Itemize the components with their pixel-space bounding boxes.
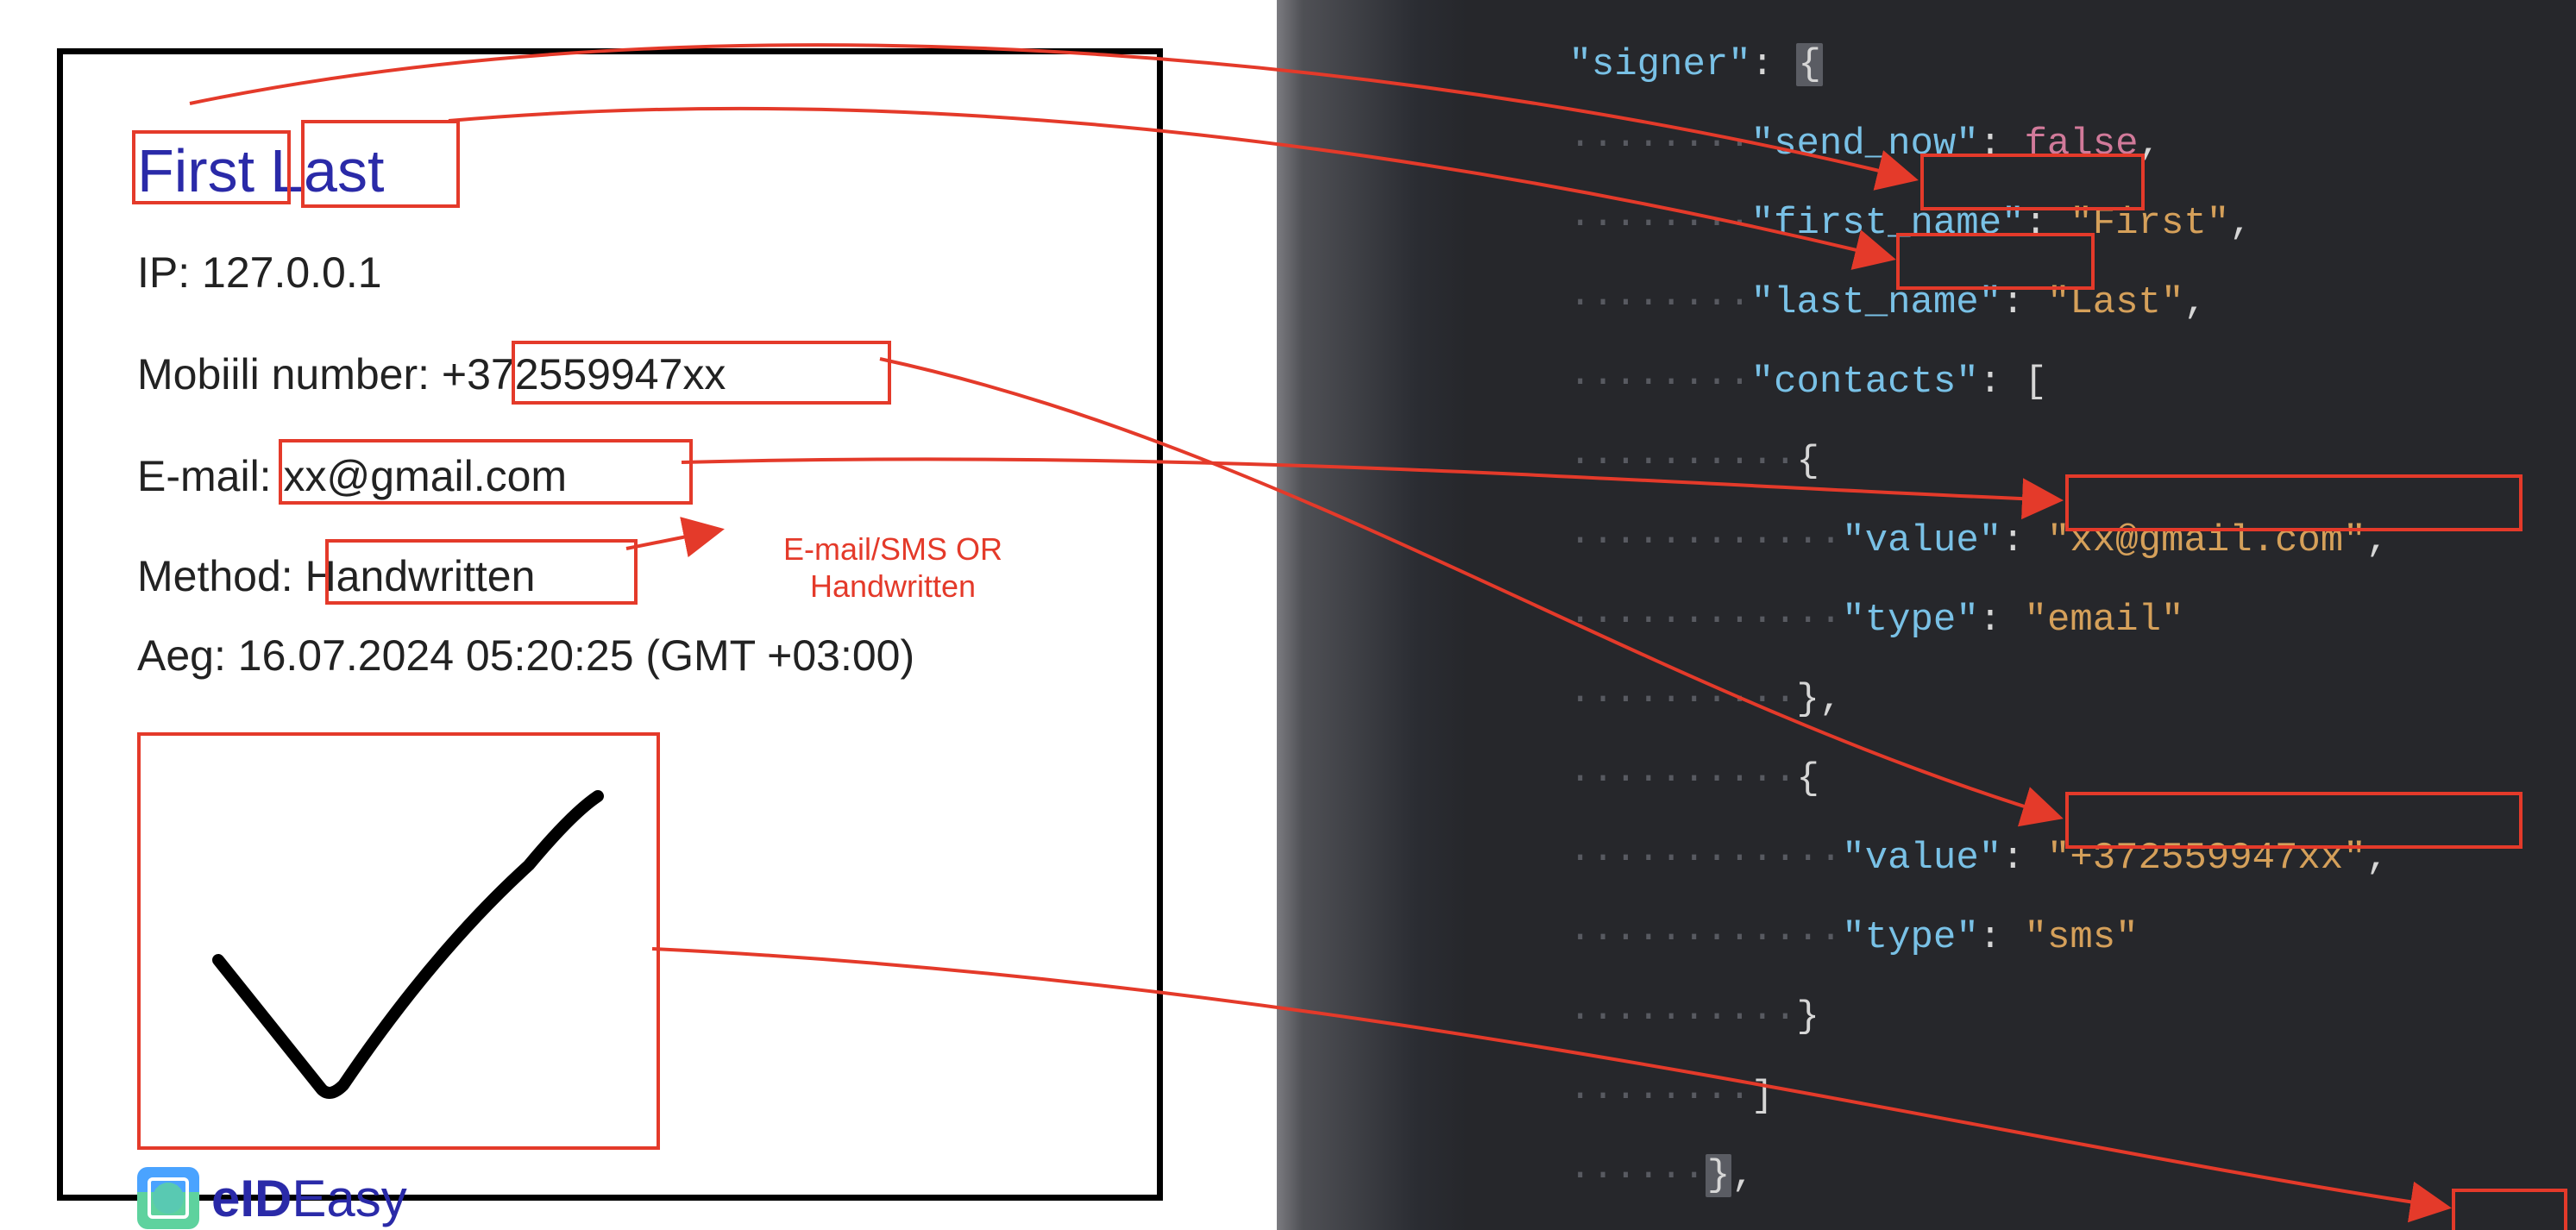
method-annotation-line1: E-mail/SMS OR — [783, 531, 1002, 567]
key-type: "type" — [1842, 916, 1978, 959]
method-annotation-line2: Handwritten — [810, 568, 976, 604]
aeg-value: 16.07.2024 05:20:25 (GMT +03:00) — [238, 631, 914, 680]
method-label: Method: — [137, 552, 293, 600]
signature-checkmark-icon — [158, 744, 641, 1133]
email-line: E-mail: xx@gmail.com — [137, 455, 567, 498]
ip-label: IP: — [137, 248, 190, 297]
ip-line: IP: 127.0.0.1 — [137, 251, 382, 294]
ip-value: 127.0.0.1 — [202, 248, 382, 297]
val-last-name: "Last" — [2047, 281, 2183, 324]
method-line: Method: Handwritten — [137, 555, 535, 598]
email-label: E-mail: — [137, 452, 272, 500]
signer-last-name: Last — [270, 141, 384, 201]
mobile-label: Mobiili number: — [137, 350, 430, 398]
code-editor-panel: "signer": { ········"send_now": false, ·… — [1277, 0, 2576, 1230]
logo-text-easy: Easy — [292, 1170, 406, 1227]
method-value: Handwritten — [305, 552, 536, 600]
signature-card: First Last IP: 127.0.0.1 Mobiili number:… — [57, 48, 1163, 1201]
signature-card-outer: First Last IP: 127.0.0.1 Mobiili number:… — [17, 17, 1191, 1216]
mobile-value: +372559947xx — [442, 350, 726, 398]
val-type-sms: "sms" — [2025, 916, 2139, 959]
aeg-line: Aeg: 16.07.2024 05:20:25 (GMT +03:00) — [137, 634, 914, 677]
brace: } — [1796, 995, 1819, 1039]
key-type: "type" — [1842, 599, 1978, 642]
logo-text-eid: eID — [211, 1170, 292, 1227]
aeg-label: Aeg: — [137, 631, 226, 680]
email-value: xx@gmail.com — [283, 452, 567, 500]
eideasy-logo: eIDEasy — [137, 1167, 407, 1229]
code-line-require-handwritten: ······"require_handwritten_signature":tr… — [1432, 1190, 2548, 1230]
eideasy-logo-icon — [137, 1167, 199, 1229]
signer-name-row: First Last — [137, 141, 384, 201]
signer-first-name: First — [137, 141, 254, 201]
val-type-email: "email" — [2025, 599, 2184, 642]
mobile-line: Mobiili number: +372559947xx — [137, 353, 726, 396]
method-annotation: E-mail/SMS OR Handwritten — [746, 530, 1040, 605]
